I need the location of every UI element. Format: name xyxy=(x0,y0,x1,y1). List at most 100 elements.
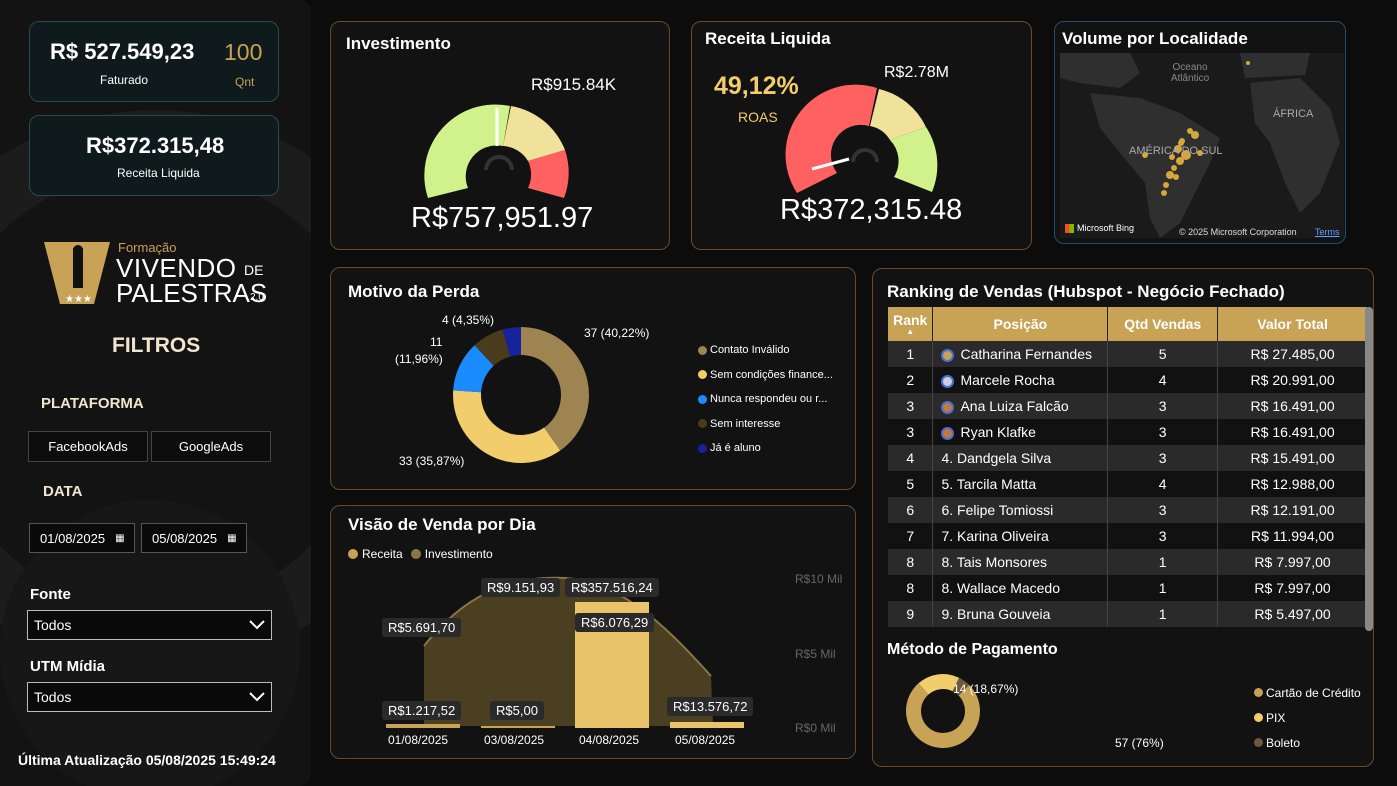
calendar-icon[interactable]: ▦ xyxy=(227,533,236,544)
name-cell: 4. Dandgela Silva xyxy=(932,445,1109,471)
header-posicao[interactable]: Posição xyxy=(932,307,1109,341)
name-cell: 6. Felipe Tomiossi xyxy=(932,497,1109,523)
legend-label: Já é aluno xyxy=(710,442,761,455)
legend-label: PIX xyxy=(1266,710,1286,725)
donut-slice-1[interactable] xyxy=(453,390,561,464)
brand-logo: ★★★ Formação VIVENDO DE PALESTRAS 2.0 xyxy=(44,238,274,308)
legend-item[interactable]: Sem interesse xyxy=(698,412,833,437)
receita-card[interactable]: Receita Liquida 49,12% ROAS R$2.78M R$37… xyxy=(691,21,1032,250)
kpi-receita-card: R$372.315,48 Receita Liquida xyxy=(29,115,279,196)
investimento-card[interactable]: Investimento R$915.84K R$757,951.97 xyxy=(330,21,670,250)
name-cell: Ryan Klafke xyxy=(932,419,1109,445)
legend-dot xyxy=(1254,713,1263,722)
investimento-label-0: R$5.691,70 xyxy=(382,618,462,637)
table-scrollbar[interactable] xyxy=(1365,307,1373,631)
name-cell: Ana Luiza Falcão xyxy=(932,393,1109,419)
table-row[interactable]: 9 9. Bruna Gouveia 1 R$ 5.497,00 xyxy=(888,601,1368,627)
calendar-icon[interactable]: ▦ xyxy=(115,533,124,544)
legend-label: Cartão de Crédito xyxy=(1266,685,1361,700)
table-row[interactable]: 6 6. Felipe Tomiossi 3 R$ 12.191,00 xyxy=(888,497,1368,523)
table-row[interactable]: 8 8. Wallace Macedo 1 R$ 7.997,00 xyxy=(888,575,1368,601)
date-end-input[interactable]: 05/08/2025 ▦ xyxy=(141,523,247,553)
logo-line3: PALESTRAS xyxy=(116,278,268,308)
header-rank[interactable]: Rank ▲ xyxy=(888,307,934,341)
filters-title: FILTROS xyxy=(112,334,201,357)
logo-version: 2.0 xyxy=(250,292,264,303)
motivo-label-0: 37 (40,22%) xyxy=(584,326,650,340)
legend-item[interactable]: Cartão de Crédito xyxy=(1254,680,1361,705)
table-row[interactable]: 3 Ana Luiza Falcão 3 R$ 16.491,00 xyxy=(888,393,1368,419)
table-row[interactable]: 1 Catharina Fernandes 5 R$ 27.485,00 xyxy=(888,341,1368,367)
ranking-table[interactable]: Rank ▲ Posição Qtd Vendas Valor Total 1 C… xyxy=(888,307,1368,627)
investimento-max: R$915.84K xyxy=(531,75,617,94)
logo-line2b: DE xyxy=(244,262,264,278)
visao-card[interactable]: Visão de Venda por Dia Receita Investime… xyxy=(330,505,856,759)
platform-googleads-button[interactable]: GoogleAds xyxy=(151,431,271,462)
kpi-qty-value: 100 xyxy=(224,39,263,65)
header-valor-total[interactable]: Valor Total xyxy=(1217,307,1368,341)
motivo-label-2b: (11,96%) xyxy=(395,352,443,366)
kpi-qty-label: Qnt xyxy=(235,75,255,89)
legend-label: Boleto xyxy=(1266,735,1301,750)
kpi-receita-value: R$372.315,48 xyxy=(86,133,225,158)
legend-item[interactable]: Sem condições finance... xyxy=(698,363,833,388)
legend-item[interactable]: Já é aluno xyxy=(698,436,833,461)
value-cell: R$ 12.191,00 xyxy=(1217,497,1368,523)
donut-slice-0[interactable] xyxy=(521,327,589,451)
utm-dropdown[interactable]: Todos xyxy=(27,682,272,712)
map-label-ocean: Oceano Atlântico xyxy=(1170,62,1210,84)
value-cell: R$ 12.988,00 xyxy=(1217,471,1368,497)
seller-name: 5. Tarcila Matta xyxy=(941,476,1037,492)
map-terms-link[interactable]: Terms xyxy=(1315,227,1340,237)
seller-name: 7. Karina Oliveira xyxy=(941,528,1049,544)
kpi-faturado-label: Faturado xyxy=(100,73,149,87)
legend-dot xyxy=(698,394,707,404)
table-row[interactable]: 4 4. Dandgela Silva 3 R$ 15.491,00 xyxy=(888,445,1368,471)
legend-dot xyxy=(1254,688,1263,697)
rank-cell: 3 xyxy=(888,393,934,419)
legend-item[interactable]: Boleto xyxy=(1254,730,1361,755)
seller-name: Ana Luiza Falcão xyxy=(960,398,1069,414)
svg-text:★★★: ★★★ xyxy=(65,294,92,305)
legend-item[interactable]: PIX xyxy=(1254,705,1361,730)
platform-facebookads-button[interactable]: FacebookAds xyxy=(28,431,148,462)
sort-ascending-icon[interactable]: ▲ xyxy=(888,328,932,336)
value-cell: R$ 16.491,00 xyxy=(1217,419,1368,445)
y-tick-0: R$10 Mil xyxy=(795,572,843,586)
name-cell: 9. Bruna Gouveia xyxy=(932,601,1109,627)
date-start-input[interactable]: 01/08/2025 ▦ xyxy=(29,523,135,553)
table-row[interactable]: 2 Marcele Rocha 4 R$ 20.991,00 xyxy=(888,367,1368,393)
header-qtd-vendas[interactable]: Qtd Vendas xyxy=(1107,307,1219,341)
seller-name: Catharina Fernandes xyxy=(960,346,1092,362)
fonte-dropdown[interactable]: Todos xyxy=(27,610,272,640)
receita-max: R$2.78M xyxy=(884,64,949,81)
medal-icon xyxy=(941,400,955,414)
receita-label-3: R$13.576,72 xyxy=(667,697,754,716)
value-cell: R$ 7.997,00 xyxy=(1217,549,1368,575)
table-row[interactable]: 5 5. Tarcila Matta 4 R$ 12.988,00 xyxy=(888,471,1368,497)
kpi-faturado-value: R$ 527.549,23 xyxy=(50,39,195,64)
ranking-card[interactable]: Ranking de Vendas (Hubspot - Negócio Fec… xyxy=(872,268,1374,767)
legend-item[interactable]: Nunca respondeu ou r... xyxy=(698,387,833,412)
legend-item[interactable]: Contato Inválido xyxy=(698,338,833,363)
bar-0508 xyxy=(670,722,744,728)
table-row[interactable]: 3 Ryan Klafke 3 R$ 16.491,00 xyxy=(888,419,1368,445)
pagamento-legend: Cartão de Crédito PIX Boleto xyxy=(1254,680,1361,755)
table-row[interactable]: 8 8. Tais Monsores 1 R$ 7.997,00 xyxy=(888,549,1368,575)
medal-icon xyxy=(941,426,955,440)
gauge-segment-yellow xyxy=(503,106,565,161)
scrollbar-thumb[interactable] xyxy=(1365,307,1373,631)
legend-label: Sem interesse xyxy=(710,417,781,430)
medal-icon xyxy=(941,374,955,388)
name-cell: Marcele Rocha xyxy=(932,367,1109,393)
rank-cell: 6 xyxy=(888,497,934,523)
motivo-card[interactable]: Motivo da Perda 37 (40,22%) 33 (35,87%) … xyxy=(330,267,856,490)
pagamento-title: Método de Pagamento xyxy=(887,641,1058,658)
table-row[interactable]: 7 7. Karina Oliveira 3 R$ 11.994,00 xyxy=(888,523,1368,549)
map-label-south-america: AMÉRICA DO SUL xyxy=(1129,145,1223,157)
qty-cell: 1 xyxy=(1107,575,1219,601)
map-card[interactable]: Volume por Localidade Oceano Atlântico Á… xyxy=(1054,21,1346,244)
x-tick-3: 05/08/2025 xyxy=(675,733,736,747)
rank-cell: 3 xyxy=(888,419,934,445)
value-cell: R$ 16.491,00 xyxy=(1217,393,1368,419)
